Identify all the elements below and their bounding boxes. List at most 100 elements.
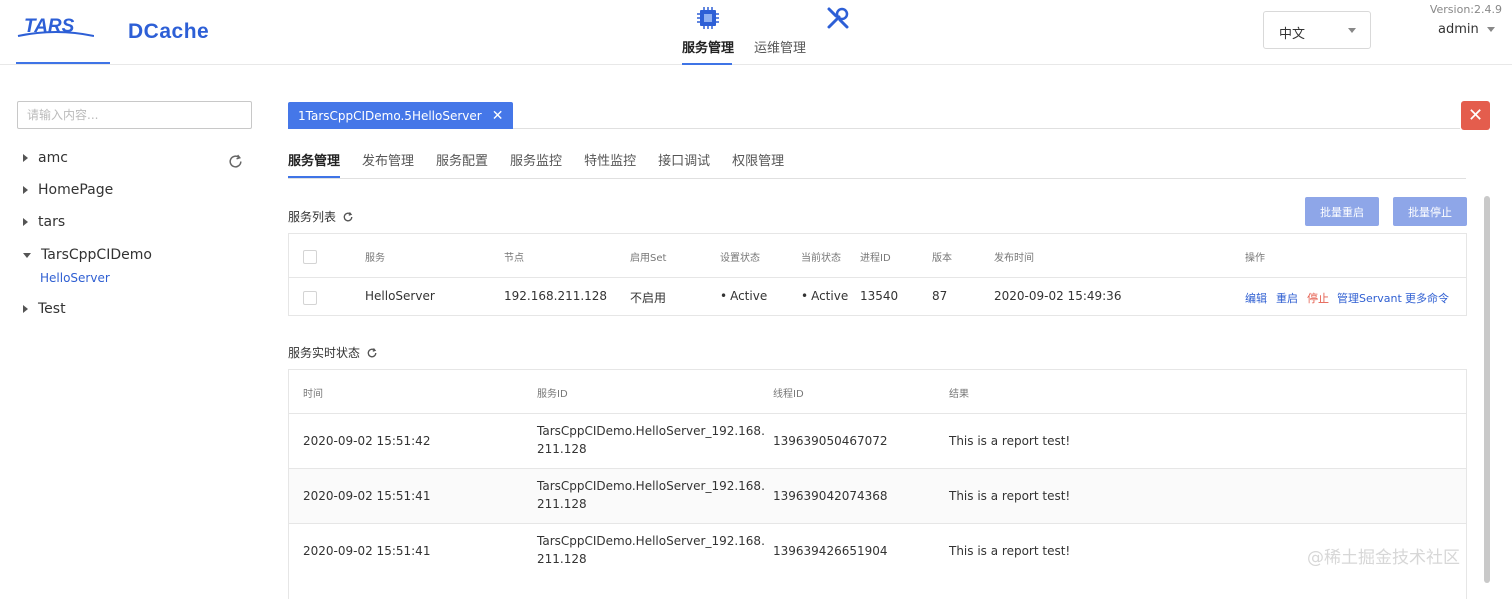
service-id-cell: TarsCppCIDemo.HelloServer_192.168. — [537, 534, 765, 548]
user-name: admin — [1438, 22, 1479, 37]
open-service-tag-label: 1TarsCppCIDemo.5HelloServer — [298, 108, 482, 123]
time-cell: 2020-09-02 15:51:41 — [303, 489, 431, 503]
dcache-logo[interactable]: DCache — [128, 20, 209, 44]
stop-link[interactable]: 停止 — [1307, 290, 1329, 306]
column-header: 服务 — [365, 253, 385, 264]
thread-id-cell: 139639426651904 — [773, 544, 888, 558]
tools-icon — [827, 7, 849, 29]
result-cell: This is a report test! — [949, 434, 1071, 448]
thread-id-cell: 139639050467072 — [773, 434, 888, 448]
node-cell: 192.168.211.128 — [504, 289, 608, 303]
table-header-row: 服务 节点 启用Set 设置状态 当前状态 进程ID 版本 发布时间 操作 — [289, 234, 1466, 278]
close-icon: ✕ — [1467, 105, 1484, 126]
service-tabs: 服务管理 发布管理 服务配置 服务监控 特性监控 接口调试 权限管理 — [288, 150, 806, 178]
batch-restart-button[interactable]: 批量重启 — [1305, 197, 1379, 226]
nav-service-management[interactable]: 服务管理 — [682, 0, 735, 65]
tree-item-test[interactable]: Test — [23, 301, 66, 317]
setting-state-cell: Active — [720, 289, 767, 303]
service-list-table: 服务 节点 启用Set 设置状态 当前状态 进程ID 版本 发布时间 操作 He… — [288, 233, 1467, 316]
tab-feature-monitor[interactable]: 特性监控 — [584, 150, 636, 178]
tree-item-label: TarsCppCIDemo — [41, 247, 152, 263]
batch-stop-button[interactable]: 批量停止 — [1393, 197, 1467, 226]
realtime-status-table: 时间 服务ID 线程ID 结果 2020-09-02 15:51:42 Tars… — [288, 369, 1467, 599]
close-all-tags-button[interactable]: ✕ — [1461, 101, 1490, 130]
sidebar: amc HomePage tars TarsCppCIDemo HelloSer… — [0, 66, 270, 583]
column-header: 节点 — [504, 253, 524, 264]
tree-item-label: tars — [38, 214, 66, 230]
column-header: 设置状态 — [720, 253, 760, 264]
present-state-cell: Active — [801, 289, 848, 303]
more-commands-link[interactable]: 更多命令 — [1405, 290, 1449, 306]
service-name-link[interactable]: HelloServer — [365, 289, 435, 303]
tars-logo-icon: TARS — [17, 16, 94, 37]
language-select[interactable]: 中文 — [1263, 11, 1371, 49]
result-cell: This is a report test! — [949, 489, 1071, 503]
table-row: 2020-09-02 15:51:41 TarsCppCIDemo.HelloS… — [289, 469, 1466, 524]
refresh-icon[interactable] — [227, 153, 244, 170]
column-header: 服务ID — [537, 389, 568, 400]
manage-servant-link[interactable]: 管理Servant — [1337, 290, 1402, 306]
watermark: @稀土掘金技术社区 — [1307, 548, 1460, 568]
realtime-status-title: 服务实时状态 — [288, 344, 378, 361]
tree-item-tars[interactable]: tars — [23, 214, 65, 230]
nav-ops-management-label: 运维管理 — [754, 41, 807, 56]
tab-service-config[interactable]: 服务配置 — [436, 150, 488, 178]
caret-right-icon — [23, 186, 28, 194]
refresh-icon[interactable] — [342, 211, 354, 223]
table-header-row: 时间 服务ID 线程ID 结果 — [289, 370, 1466, 414]
user-menu[interactable]: admin — [1438, 22, 1495, 37]
service-id-cell: TarsCppCIDemo.HelloServer_192.168. — [537, 479, 765, 493]
tree-item-label: HomePage — [38, 182, 114, 198]
column-header: 线程ID — [773, 389, 804, 400]
column-header: 启用Set — [630, 253, 667, 264]
tree-search-input[interactable] — [17, 101, 252, 129]
refresh-icon[interactable] — [366, 347, 378, 359]
top-nav: 服务管理 运维管理 — [682, 0, 849, 65]
tree-item-label: Test — [38, 301, 66, 317]
service-id-cell: 211.128 — [537, 497, 587, 511]
column-header: 当前状态 — [801, 253, 841, 264]
table-row: HelloServer 192.168.211.128 不启用 Active A… — [289, 278, 1466, 315]
tab-publish-management[interactable]: 发布管理 — [362, 150, 414, 178]
tree-item-tarscppcidemo[interactable]: TarsCppCIDemo — [23, 247, 152, 263]
thread-id-cell: 139639042074368 — [773, 489, 888, 503]
result-cell: This is a report test! — [949, 544, 1071, 558]
page-scrollbar[interactable] — [1484, 196, 1490, 583]
tab-interface-debug[interactable]: 接口调试 — [658, 150, 710, 178]
restart-link[interactable]: 重启 — [1276, 290, 1298, 306]
tab-divider — [288, 178, 1466, 179]
version-cell: 87 — [932, 289, 948, 303]
service-list-title: 服务列表 — [288, 208, 354, 225]
chevron-down-icon — [1348, 28, 1356, 33]
version-label: Version:2.4.9 — [1429, 3, 1502, 16]
open-service-tag[interactable]: 1TarsCppCIDemo.5HelloServer ✕ — [288, 102, 514, 129]
realtime-status-title-text: 服务实时状态 — [288, 346, 361, 360]
close-icon[interactable]: ✕ — [492, 109, 504, 123]
nav-ops-management[interactable]: 运维管理 — [754, 0, 849, 65]
time-cell: 2020-09-02 15:51:42 — [303, 434, 431, 448]
chevron-down-icon — [1486, 27, 1495, 32]
caret-right-icon — [23, 305, 28, 313]
column-header: 版本 — [932, 253, 952, 264]
tree-item-amc[interactable]: amc — [23, 150, 68, 166]
caret-right-icon — [23, 154, 28, 162]
column-header: 时间 — [303, 389, 323, 400]
tab-service-management[interactable]: 服务管理 — [288, 150, 341, 178]
tree-item-label: amc — [38, 150, 68, 166]
tab-service-monitor[interactable]: 服务监控 — [510, 150, 562, 178]
service-id-cell: TarsCppCIDemo.HelloServer_192.168. — [537, 424, 765, 438]
caret-down-icon — [23, 252, 31, 258]
tars-logo[interactable]: TARS — [16, 14, 110, 64]
pid-cell: 13540 — [860, 289, 899, 303]
column-header: 结果 — [949, 389, 969, 400]
service-id-cell: 211.128 — [537, 552, 587, 566]
cpu-chip-icon — [697, 7, 719, 29]
tree-child-helloserver[interactable]: HelloServer — [40, 271, 110, 285]
language-value: 中文 — [1279, 27, 1306, 42]
edit-link[interactable]: 编辑 — [1245, 290, 1267, 306]
nav-service-management-label: 服务管理 — [682, 41, 735, 56]
row-checkbox[interactable] — [303, 291, 317, 305]
tree-item-homepage[interactable]: HomePage — [23, 182, 113, 198]
select-all-checkbox[interactable] — [303, 250, 317, 264]
tab-permission-management[interactable]: 权限管理 — [732, 150, 784, 178]
